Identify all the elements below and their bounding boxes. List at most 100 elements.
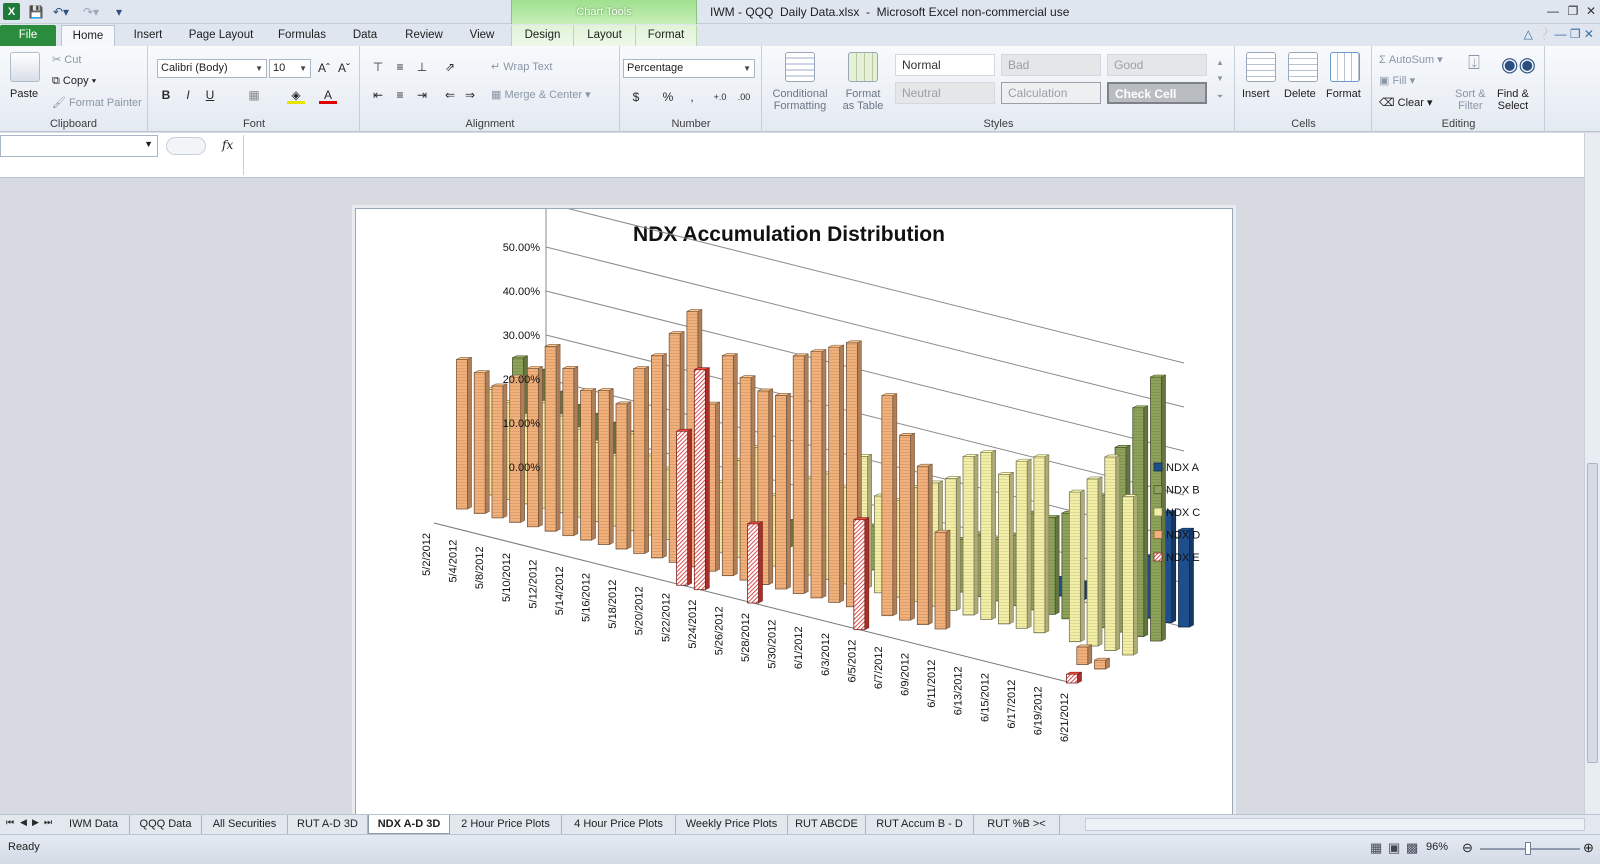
sort-filter-button[interactable]: Sort & Filter — [1455, 88, 1486, 112]
insert-function-icon[interactable]: fx — [222, 138, 233, 152]
paste-icon[interactable] — [10, 52, 40, 82]
bold-button[interactable]: B — [157, 86, 175, 104]
wrap-text-button[interactable]: ↵ Wrap Text — [491, 60, 552, 73]
format-as-table-button[interactable]: Format as Table — [835, 88, 891, 112]
excel-app-icon[interactable]: X — [3, 3, 20, 20]
sheet-tab-2-hour-price-plots[interactable]: 2 Hour Price Plots — [450, 815, 562, 834]
prev-sheet-icon[interactable]: ◀ — [20, 817, 27, 828]
align-top-icon[interactable]: ⊤ — [369, 58, 387, 76]
zoom-out-icon[interactable]: ⊖ — [1462, 840, 1473, 856]
increase-decimal-button[interactable]: +.0 — [711, 88, 729, 106]
vertical-scroll-thumb[interactable] — [1587, 463, 1598, 763]
tab-home[interactable]: Home — [61, 25, 115, 46]
sheet-tab-rut-a-d-3d[interactable]: RUT A-D 3D — [288, 815, 368, 834]
align-bottom-icon[interactable]: ⊥ — [413, 58, 431, 76]
borders-icon[interactable]: ▦ — [245, 86, 263, 104]
zoom-in-icon[interactable]: ⊕ — [1583, 840, 1594, 856]
save-icon[interactable]: 💾 — [28, 3, 44, 20]
tab-review[interactable]: Review — [396, 25, 452, 46]
conditional-formatting-icon[interactable] — [785, 52, 815, 82]
vertical-scrollbar[interactable] — [1584, 133, 1600, 814]
tab-design[interactable]: Design — [511, 25, 573, 46]
fill-color-icon[interactable]: ◈ — [287, 86, 305, 104]
tab-file[interactable]: File — [0, 25, 56, 46]
decrease-decimal-button[interactable]: .00 — [735, 88, 753, 106]
restore-icon[interactable]: ❐ — [1564, 2, 1582, 20]
align-right-icon[interactable]: ⇥ — [413, 86, 431, 104]
style-calculation[interactable]: Calculation — [1001, 82, 1101, 104]
formula-bar-expand-handle[interactable] — [166, 137, 206, 155]
sheet-tab-ndx-a-d-3d[interactable]: NDX A-D 3D — [368, 815, 450, 834]
format-cells-button[interactable]: Format — [1326, 88, 1361, 100]
tab-page-layout[interactable]: Page Layout — [180, 25, 262, 46]
sort-filter-icon[interactable]: ⍗ — [1459, 52, 1489, 82]
help-icon[interactable]: △ ❔ — ❐ ✕ — [1524, 27, 1594, 41]
redo-icon[interactable]: ↷▾ — [80, 3, 102, 20]
zoom-level[interactable]: 96% — [1426, 841, 1448, 853]
conditional-formatting-button[interactable]: Conditional Formatting — [769, 88, 831, 112]
tab-insert[interactable]: Insert — [122, 25, 174, 46]
styles-scroll-down-icon[interactable]: ▼ — [1211, 70, 1229, 88]
delete-cells-icon[interactable] — [1288, 52, 1318, 82]
percent-button[interactable]: % — [659, 88, 677, 106]
increase-indent-icon[interactable]: ⇒ — [461, 86, 479, 104]
align-middle-icon[interactable]: ≡ — [391, 58, 409, 76]
style-good[interactable]: Good — [1107, 54, 1207, 76]
sheet-tab-weekly-price-plots[interactable]: Weekly Price Plots — [676, 815, 788, 834]
align-center-icon[interactable]: ≡ — [391, 86, 409, 104]
insert-cells-icon[interactable] — [1246, 52, 1276, 82]
italic-button[interactable]: I — [179, 86, 197, 104]
name-box[interactable]: ▼ — [0, 135, 158, 157]
paste-button[interactable]: Paste — [10, 88, 38, 100]
tab-data[interactable]: Data — [340, 25, 390, 46]
sheet-tab-all-securities[interactable]: All Securities — [202, 815, 288, 834]
sheet-tab-rut-pct-b[interactable]: RUT %B >< — [974, 815, 1060, 834]
tab-format[interactable]: Format — [635, 25, 697, 46]
comma-button[interactable]: , — [683, 88, 701, 106]
format-cells-icon[interactable] — [1330, 52, 1360, 82]
undo-icon[interactable]: ↶▾ — [50, 3, 72, 20]
close-icon[interactable]: ✕ — [1582, 2, 1600, 20]
sheet-tab-qqq-data[interactable]: QQQ Data — [130, 815, 202, 834]
insert-cells-button[interactable]: Insert — [1242, 88, 1270, 100]
style-normal[interactable]: Normal — [895, 54, 995, 76]
copy-button[interactable]: ⧉ Copy ▾ — [52, 75, 96, 88]
formula-input[interactable] — [243, 135, 1581, 175]
grow-font-icon[interactable]: Aˆ — [315, 59, 333, 77]
orientation-icon[interactable]: ⇗ — [441, 58, 459, 76]
next-sheet-icon[interactable]: ▶ — [32, 817, 39, 828]
style-bad[interactable]: Bad — [1001, 54, 1101, 76]
number-format-combo[interactable]: Percentage ▼ — [623, 59, 755, 78]
shrink-font-icon[interactable]: Aˇ — [335, 59, 353, 77]
page-layout-view-icon[interactable]: ▣ — [1388, 840, 1400, 856]
sheet-tab-iwm-data[interactable]: IWM Data — [58, 815, 130, 834]
styles-more-icon[interactable]: ⏷ — [1211, 88, 1229, 106]
fill-button[interactable]: ▣ Fill ▾ — [1379, 74, 1415, 87]
binoculars-icon[interactable]: ◉◉ — [1501, 52, 1536, 82]
style-check-cell[interactable]: Check Cell — [1107, 82, 1207, 104]
format-painter-button[interactable]: 🖌 Format Painter — [52, 96, 142, 109]
autosum-button[interactable]: Σ AutoSum ▾ — [1379, 53, 1443, 66]
first-sheet-icon[interactable]: ⏮ — [6, 817, 14, 828]
delete-cells-button[interactable]: Delete — [1284, 88, 1316, 100]
decrease-indent-icon[interactable]: ⇐ — [441, 86, 459, 104]
sheet-tab-rut-accum-b-d[interactable]: RUT Accum B - D — [866, 815, 974, 834]
merge-center-button[interactable]: ▦ Merge & Center ▾ — [491, 88, 591, 101]
font-size-combo[interactable]: 10 ▼ — [269, 59, 311, 78]
align-left-icon[interactable]: ⇤ — [369, 86, 387, 104]
format-as-table-icon[interactable] — [848, 52, 878, 82]
sheet-tab-4-hour-price-plots[interactable]: 4 Hour Price Plots — [562, 815, 676, 834]
zoom-slider-thumb[interactable] — [1525, 842, 1531, 855]
clear-button[interactable]: ⌫ Clear ▾ — [1379, 96, 1433, 109]
find-select-button[interactable]: Find & Select — [1497, 88, 1529, 112]
style-neutral[interactable]: Neutral — [895, 82, 995, 104]
sheet-tab-rut-abcde[interactable]: RUT ABCDE — [788, 815, 866, 834]
font-name-combo[interactable]: Calibri (Body) ▼ — [157, 59, 267, 78]
cut-button[interactable]: ✂ Cut — [52, 53, 81, 66]
tab-formulas[interactable]: Formulas — [270, 25, 334, 46]
tab-view[interactable]: View — [458, 25, 506, 46]
tab-layout[interactable]: Layout — [573, 25, 635, 46]
minimize-icon[interactable]: — — [1544, 2, 1562, 20]
normal-view-icon[interactable]: ▦ — [1370, 840, 1382, 856]
last-sheet-icon[interactable]: ⏭ — [44, 817, 52, 828]
